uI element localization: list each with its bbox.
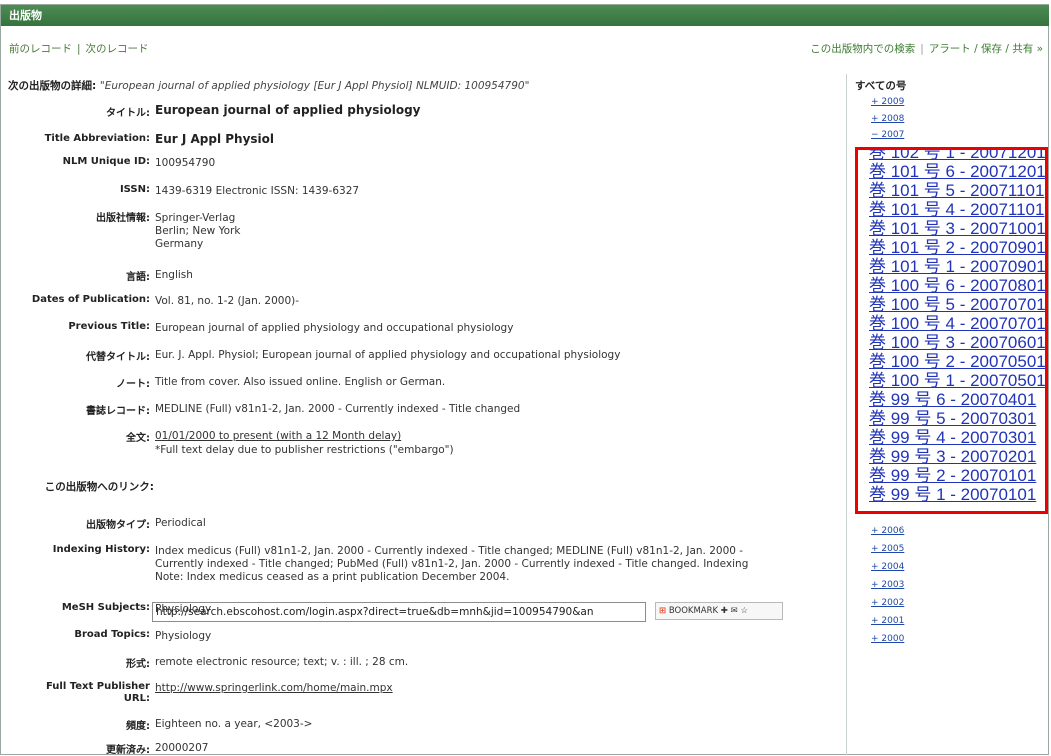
issue-link[interactable]: 巻 99 号 1 - 20070101 [869,485,1036,504]
alert-save-share-link[interactable]: アラート / 保存 / 共有 » [929,43,1043,55]
field-label: ISSN: [119,184,150,195]
year-toggle-2000[interactable]: + 2000 [871,634,904,644]
field-label: 全文: [126,433,150,444]
field-value: Title from cover. Also issued online. En… [155,376,446,388]
field-label: Previous Title: [68,321,150,332]
field-label: Indexing History: [52,544,150,555]
field-label: 書誌レコード: [86,406,150,417]
issue-link[interactable]: 巻 100 号 1 - 20070501 [869,371,1045,390]
issue-list-highlight: 巻 102 号 1 - 20071201 巻 101 号 6 - 2007120… [855,147,1048,514]
publisher-url-link[interactable]: http://www.springerlink.com/home/main.mp… [155,681,845,695]
field-value: European journal of applied physiology a… [155,322,514,334]
field-value-line: Currently indexed - Title changed; PubMe… [155,558,749,570]
field-value: MEDLINE (Full) v81n1-2, Jan. 2000 - Curr… [155,403,521,415]
field-value: 1439-6319 Electronic ISSN: 1439-6327 [155,185,360,197]
field-value: European journal of applied physiology [155,103,421,117]
year-toggle-2008[interactable]: + 2008 [871,114,904,124]
search-within-publication-link[interactable]: この出版物内での検索 [810,43,915,55]
year-toggle-2004[interactable]: + 2004 [871,562,904,572]
field-value-line: Berlin; New York [155,225,241,237]
prev-record-link[interactable]: 前のレコード [9,43,72,55]
issue-link[interactable]: 巻 99 号 3 - 20070201 [869,447,1036,466]
year-toggle-2007[interactable]: − 2007 [871,130,904,140]
field-label-cont: URL: [123,693,150,704]
field-value: Eur J Appl Physiol [155,132,275,146]
field-label: 出版物タイプ: [86,520,150,531]
field-value: 100954790 [155,157,216,169]
issue-link[interactable]: 巻 99 号 2 - 20070101 [869,466,1036,485]
details-heading: 次の出版物の詳細: "European journal of applied p… [8,78,529,93]
year-toggle-2009[interactable]: + 2009 [871,97,904,107]
field-label: 頻度: [126,721,150,732]
issue-link[interactable]: 巻 99 号 5 - 20070301 [869,409,1036,428]
next-record-link[interactable]: 次のレコード [86,43,149,55]
field-value: English [155,269,193,281]
issue-link[interactable]: 巻 101 号 3 - 20071001 [869,219,1045,238]
nav-separator: | [77,43,81,55]
issue-link[interactable]: 巻 100 号 3 - 20070601 [869,333,1045,352]
issue-link[interactable]: 巻 101 号 4 - 20071101 [869,200,1044,219]
mesh-subject-link[interactable]: Physiology [155,602,845,616]
issue-link[interactable]: 巻 100 号 4 - 20070701 [869,314,1045,333]
field-value: Eighteen no. a year, <2003-> [155,718,313,730]
field-label: ノート: [116,379,150,390]
year-toggle-2006[interactable]: + 2006 [871,526,904,536]
year-toggle-2005[interactable]: + 2005 [871,544,904,554]
field-value: Vol. 81, no. 1-2 (Jan. 2000)- [155,295,300,307]
year-toggle-2003[interactable]: + 2003 [871,580,904,590]
field-label: 代替タイトル: [86,352,150,363]
field-value-line: Note: Index medicus ceased as a print pu… [155,571,510,583]
details-heading-label: 次の出版物の詳細: [8,80,97,92]
issue-link[interactable]: 巻 100 号 6 - 20070801 [869,276,1045,295]
nav-separator: | [920,43,924,55]
issue-link[interactable]: 巻 102 号 1 - 20071201 [869,150,1045,162]
field-value: Periodical [155,517,206,529]
record-navigation-bar: 前のレコード | 次のレコード この出版物内での検索 | アラート / 保存 / 共有 … [1,40,1049,58]
field-label: 更新済み: [106,745,150,756]
field-label: NLM Unique ID: [62,156,150,167]
issue-link[interactable]: 巻 101 号 1 - 20070901 [869,257,1045,276]
issue-link[interactable]: 巻 101 号 5 - 20071101 [869,181,1044,200]
field-label: 言語: [126,272,150,283]
field-value-line: Springer-Verlag [155,212,236,224]
issue-link[interactable]: 巻 100 号 5 - 20070701 [869,295,1045,314]
field-label: タイトル: [106,108,150,119]
issue-link[interactable]: 巻 101 号 6 - 20071201 [869,162,1045,181]
field-label: Broad Topics: [74,629,150,640]
issue-link[interactable]: 巻 99 号 4 - 20070301 [869,428,1036,447]
field-label: Dates of Publication: [31,294,150,305]
field-label: この出版物へのリンク: [44,481,154,493]
field-value: 20000207 [155,742,209,754]
field-label: Full Text Publisher [45,681,150,692]
window-title-bar: 出版物 [1,5,1049,26]
full-text-note: *Full text delay due to publisher restri… [155,444,454,456]
window-title: 出版物 [9,9,42,22]
year-toggle-2002[interactable]: + 2002 [871,598,904,608]
all-issues-title: すべての号 [855,80,907,92]
field-label: Title Abbreviation: [44,133,150,144]
issue-link[interactable]: 巻 99 号 6 - 20070401 [869,390,1036,409]
details-heading-value: "European journal of applied physiology … [99,80,530,92]
field-value: Physiology [155,630,212,642]
field-label: 形式: [126,659,150,670]
field-value: Eur. J. Appl. Physiol; European journal … [155,349,621,361]
issue-link[interactable]: 巻 101 号 2 - 20070901 [869,238,1045,257]
field-label: 出版社情報: [96,213,150,224]
field-value-line: Index medicus (Full) v81n1-2, Jan. 2000 … [155,545,744,557]
year-toggle-2001[interactable]: + 2001 [871,616,904,626]
field-label: MeSH Subjects: [61,602,150,613]
full-text-link[interactable]: 01/01/2000 to present (with a 12 Month d… [155,429,845,443]
issue-link[interactable]: 巻 100 号 2 - 20070501 [869,352,1045,371]
field-value-line: Germany [155,238,204,250]
field-value: remote electronic resource; text; v. : i… [155,656,409,668]
